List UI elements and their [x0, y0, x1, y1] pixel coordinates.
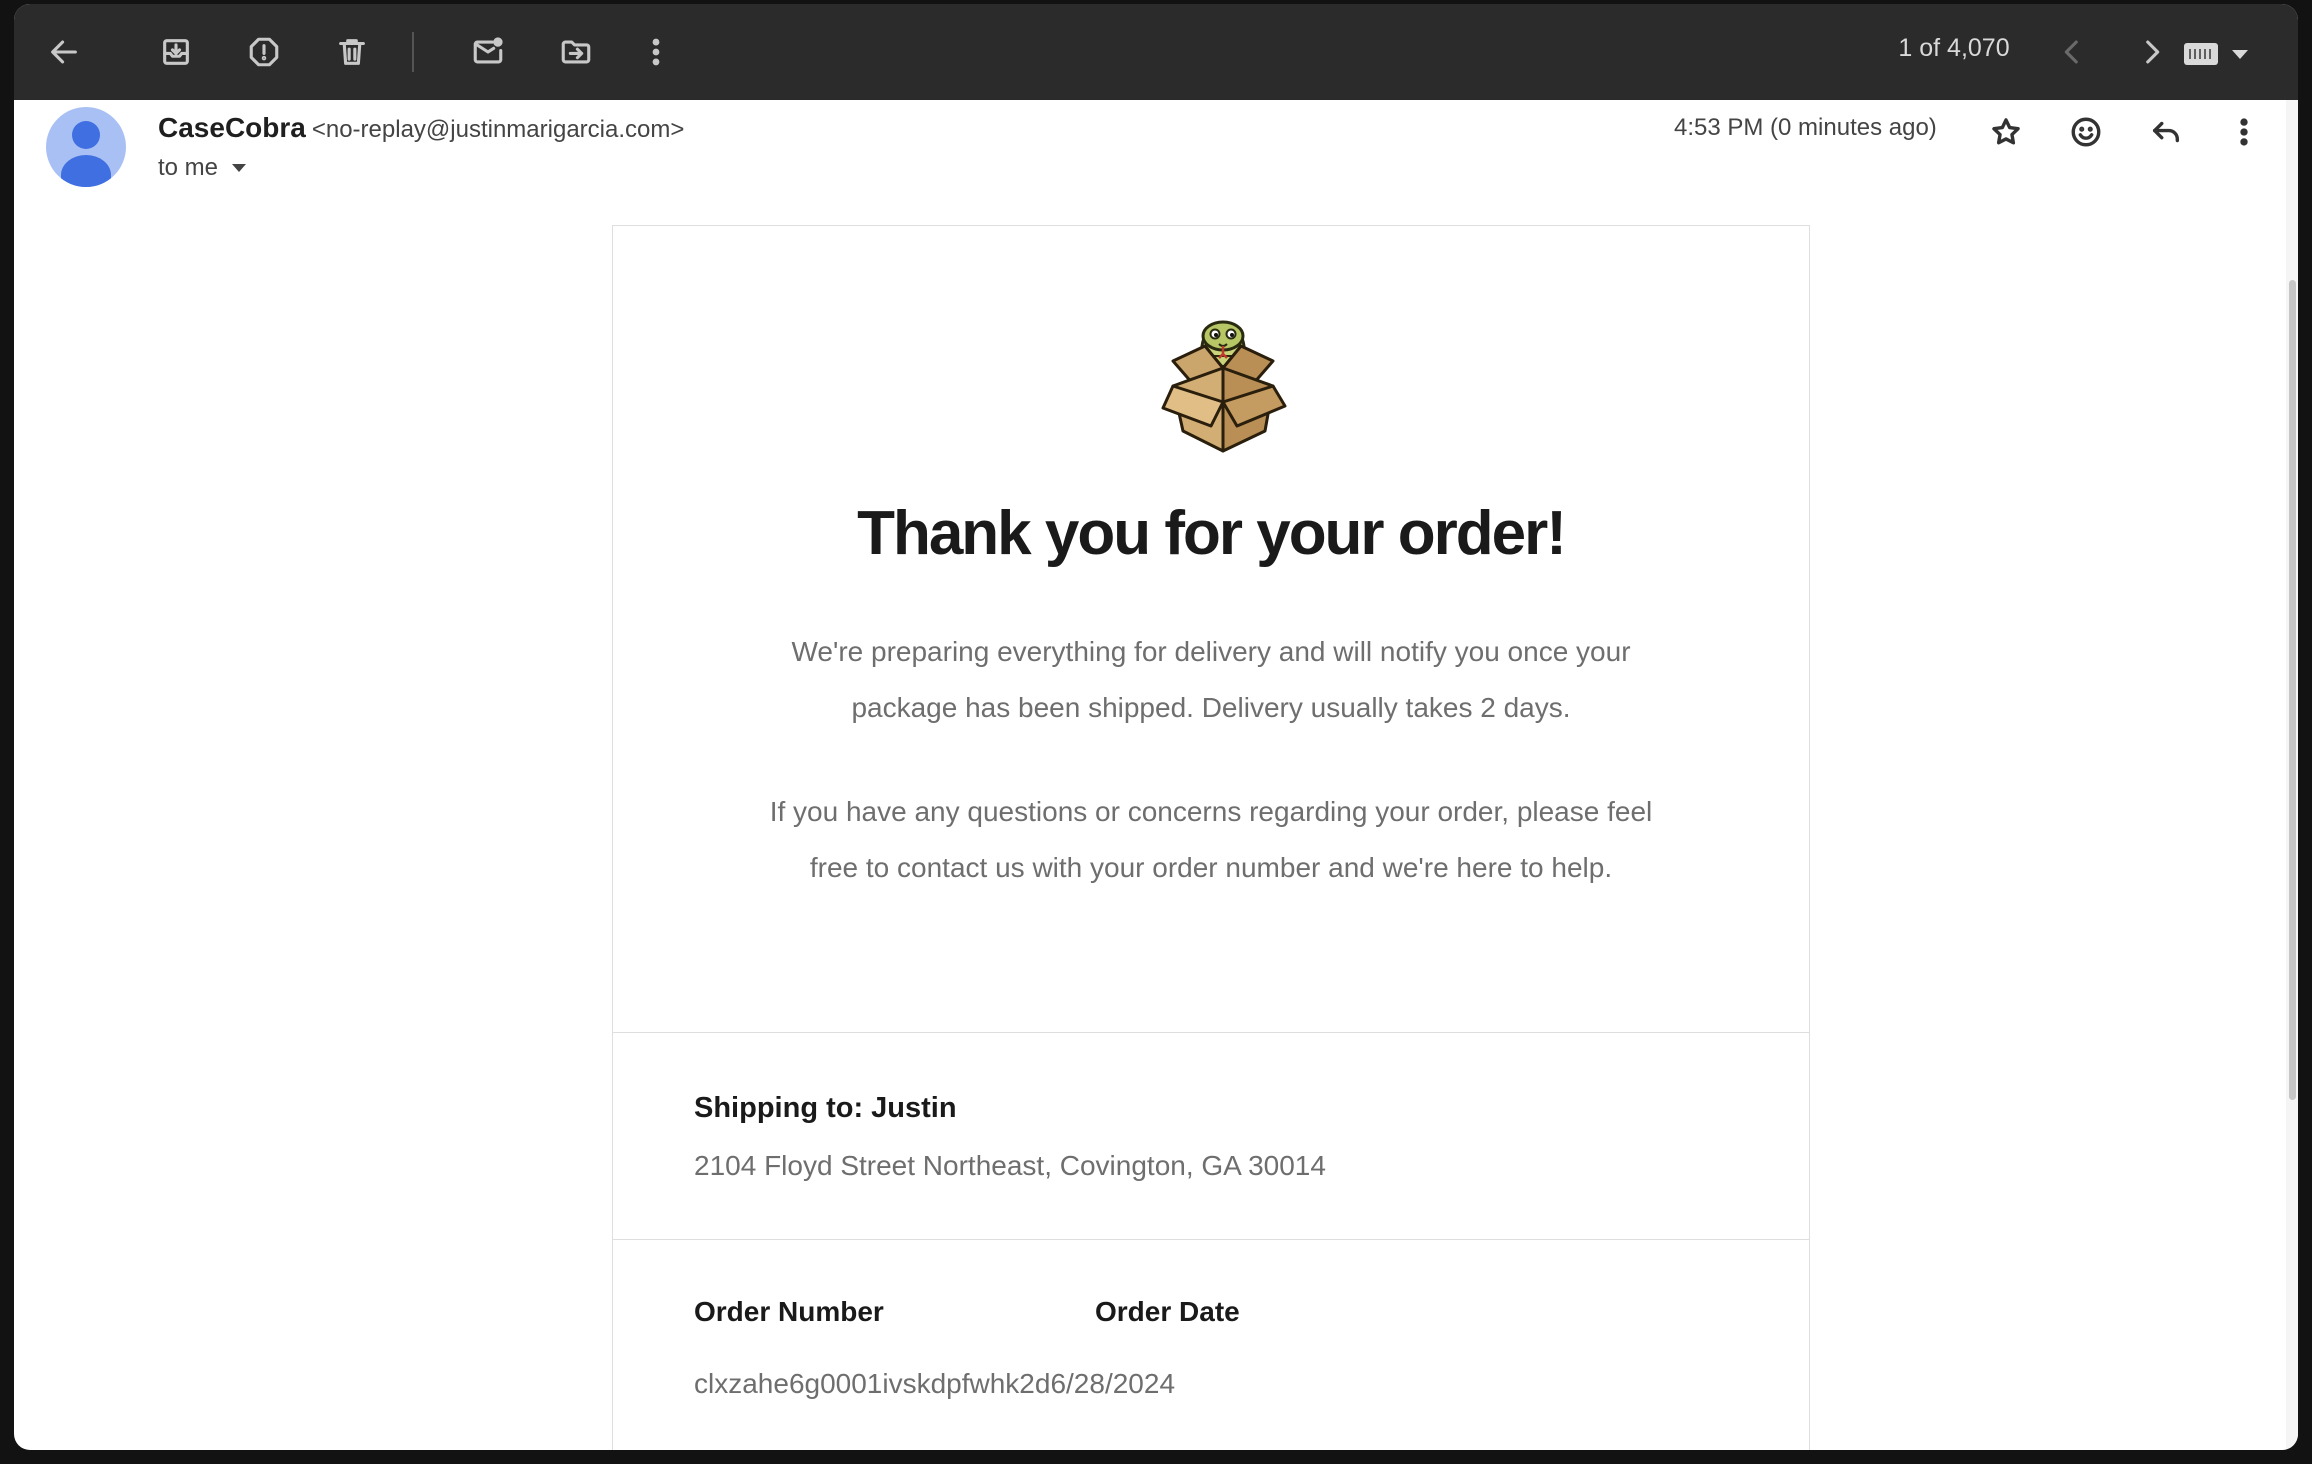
page-title: Thank you for your order! [857, 499, 1567, 568]
snake-in-box-logo-icon [1153, 306, 1293, 456]
timestamp: 4:53 PM (0 minutes ago) [1674, 114, 1937, 141]
email-card: Thank you for your order! We're preparin… [612, 225, 1810, 1450]
keyboard-glyph [2184, 43, 2218, 65]
sender-name[interactable]: CaseCobra [158, 112, 306, 143]
keyboard-icon[interactable] [2184, 34, 2254, 74]
report-spam-icon[interactable] [240, 28, 288, 76]
star-icon[interactable] [1982, 108, 2030, 156]
toolbar: 1 of 4,070 [14, 4, 2298, 100]
back-arrow-icon[interactable] [40, 28, 88, 76]
delete-icon[interactable] [328, 28, 376, 76]
next-chevron-icon[interactable] [2128, 28, 2176, 76]
support-paragraph: If you have any questions or concerns re… [769, 796, 1653, 883]
emoji-react-icon[interactable] [2062, 108, 2110, 156]
order-date-value: 6/28/2024 [1050, 1368, 1176, 1399]
more-vert-icon[interactable] [632, 28, 680, 76]
sender-email: <no-replay@justinmarigarcia.com> [311, 116, 685, 143]
pager-count: 1 of 4,070 [1898, 34, 2010, 62]
recipient-details[interactable]: to me [158, 154, 247, 182]
avatar-head [72, 121, 100, 149]
order-number-label: Order Number [694, 1296, 884, 1327]
scrollbar-thumb[interactable] [2289, 280, 2296, 1100]
reply-icon[interactable] [2142, 108, 2190, 156]
avatar-body [61, 155, 111, 187]
email-window: 1 of 4,070 CaseCobra <no-replay@justinmar… [14, 4, 2298, 1450]
more-vert-icon[interactable] [2220, 108, 2268, 156]
mark-unread-icon[interactable] [464, 28, 512, 76]
recipient-label: to me [158, 154, 219, 181]
archive-icon[interactable] [152, 28, 200, 76]
divider [613, 1239, 1809, 1240]
move-to-icon[interactable] [552, 28, 600, 76]
intro-paragraph: We're preparing everything for delivery … [791, 636, 1631, 723]
chevron-down-icon[interactable] [232, 164, 247, 172]
order-number-value: clxzahe6g0001ivskdpfwhk2d [694, 1368, 1051, 1399]
shipping-address: 2104 Floyd Street Northeast, Covington, … [694, 1150, 1326, 1181]
scrollbar[interactable] [2286, 100, 2298, 1450]
prev-chevron-icon[interactable] [2048, 28, 2096, 76]
shipping-title: Shipping to: Justin [694, 1092, 957, 1124]
toolbar-divider [412, 32, 414, 72]
divider [613, 1032, 1809, 1033]
order-value-row: clxzahe6g0001ivskdpfwhk2d6/28/2024 [694, 1368, 1175, 1400]
avatar[interactable] [46, 107, 126, 187]
order-date-label: Order Date [1095, 1296, 1240, 1327]
chevron-down-icon [2232, 49, 2248, 59]
sender[interactable]: CaseCobra <no-replay@justinmarigarcia.com… [158, 112, 684, 144]
